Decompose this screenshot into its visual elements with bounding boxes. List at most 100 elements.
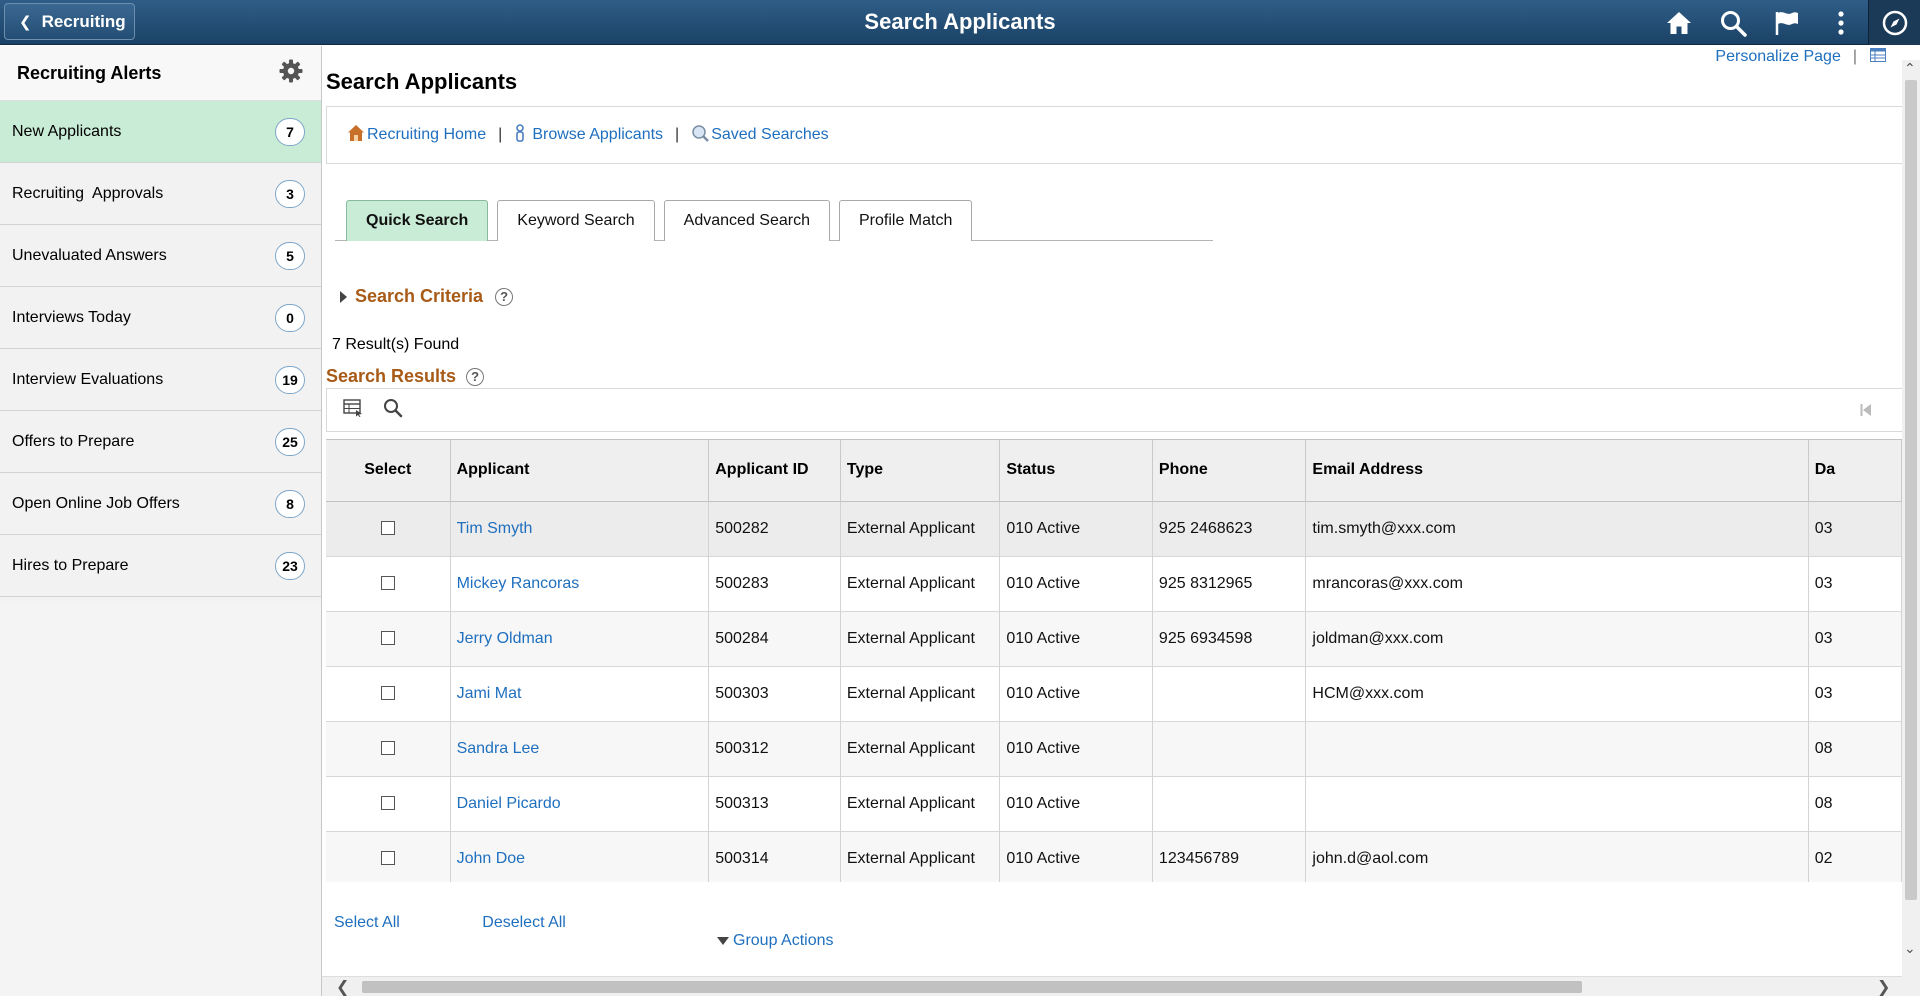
scroll-right-arrow-icon[interactable]: ❯ (1877, 977, 1890, 996)
saved-searches-link[interactable]: Saved Searches (691, 124, 829, 147)
alert-item-unevaluated-answers[interactable]: Unevaluated Answers 5 (0, 225, 321, 287)
personalize-page-link[interactable]: Personalize Page (1715, 48, 1840, 66)
type-cell: External Applicant (840, 611, 1001, 667)
date-cell: 03 (1808, 666, 1902, 722)
alert-item-label: Hires to Prepare (12, 556, 129, 574)
applicant-name-link[interactable]: Jerry Oldman (457, 630, 553, 647)
page-header-title: Search Applicants (864, 9, 1056, 34)
search-criteria-toggle[interactable]: Search Criteria ? (340, 286, 514, 307)
horizontal-scroll-thumb[interactable] (362, 981, 1582, 993)
group-actions-menu[interactable]: Group Actions (717, 932, 834, 950)
kebab-menu-icon[interactable] (1814, 0, 1868, 45)
status-cell: 010 Active (999, 831, 1153, 882)
applicant-name-link[interactable]: John Doe (457, 850, 526, 867)
horizontal-scrollbar[interactable]: ❮ ❯ (322, 976, 1902, 996)
applicant-cell: Jerry Oldman (450, 611, 710, 667)
search-icon[interactable] (1706, 0, 1760, 45)
alert-item-offers-to-prepare[interactable]: Offers to Prepare 25 (0, 411, 321, 473)
row-checkbox[interactable] (380, 796, 395, 811)
scroll-left-arrow-icon[interactable]: ❮ (336, 977, 349, 996)
personalize-grid-icon[interactable] (1870, 48, 1886, 67)
applicant-cell: Sandra Lee (450, 721, 710, 777)
alert-item-new-applicants[interactable]: New Applicants 7 (0, 101, 321, 163)
home-icon[interactable] (1652, 0, 1706, 45)
scroll-up-arrow-icon[interactable]: ⌃ (1904, 60, 1916, 77)
back-button[interactable]: ❮ Recruiting (4, 3, 135, 40)
main-content: Personalize Page | Search Applicants Rec… (322, 46, 1902, 996)
back-button-label: Recruiting (41, 11, 126, 31)
column-header-applicant-id[interactable]: Applicant ID (708, 440, 841, 502)
type-cell: External Applicant (840, 721, 1001, 777)
type-cell: External Applicant (840, 666, 1001, 722)
table-row: Mickey Rancoras 500283 External Applican… (326, 556, 1902, 612)
row-checkbox[interactable] (380, 851, 395, 866)
results-count: 7 Result(s) Found (332, 336, 460, 353)
select-all-link[interactable]: Select All (334, 914, 400, 931)
browse-applicants-link[interactable]: Browse Applicants (514, 123, 664, 147)
alert-item-recruiting-approvals[interactable]: Recruiting Approvals 3 (0, 163, 321, 225)
email-cell: tim.smyth@xxx.com (1305, 501, 1809, 557)
applicants-grid: Select Applicant Applicant ID Type Statu… (326, 439, 1902, 882)
recruiting-home-link[interactable]: Recruiting Home (347, 124, 486, 147)
applicant-name-link[interactable]: Jami Mat (457, 685, 522, 702)
tab-advanced-search[interactable]: Advanced Search (663, 200, 830, 241)
column-header-type[interactable]: Type (840, 440, 1001, 502)
help-icon[interactable]: ? (466, 367, 485, 386)
phone-cell: 925 8312965 (1152, 556, 1307, 612)
recruiting-home-label: Recruiting Home (367, 126, 487, 143)
alert-item-interviews-today[interactable]: Interviews Today 0 (0, 287, 321, 349)
tab-quick-search[interactable]: Quick Search (346, 200, 489, 241)
tab-profile-match[interactable]: Profile Match (838, 200, 973, 241)
flag-icon[interactable] (1760, 0, 1814, 45)
alert-count-badge: 5 (275, 241, 305, 270)
date-cell: 03 (1808, 611, 1902, 667)
table-row: Jerry Oldman 500284 External Applicant 0… (326, 611, 1902, 667)
saved-searches-label: Saved Searches (711, 126, 829, 143)
column-header-applicant[interactable]: Applicant (450, 440, 710, 502)
row-checkbox[interactable] (380, 576, 395, 591)
email-cell: HCM@xxx.com (1305, 666, 1809, 722)
applicant-id-cell: 500312 (708, 721, 841, 777)
phone-cell (1152, 776, 1307, 832)
column-header-email[interactable]: Email Address (1305, 440, 1809, 502)
row-checkbox[interactable] (380, 686, 395, 701)
tab-keyword-search[interactable]: Keyword Search (497, 200, 655, 241)
help-icon[interactable]: ? (495, 287, 514, 306)
column-header-status[interactable]: Status (999, 440, 1153, 502)
scroll-down-arrow-icon[interactable]: ⌄ (1904, 940, 1916, 957)
row-checkbox[interactable] (380, 521, 395, 536)
row-checkbox[interactable] (380, 631, 395, 646)
column-header-phone[interactable]: Phone (1152, 440, 1307, 502)
alert-item-interview-evaluations[interactable]: Interview Evaluations 19 (0, 349, 321, 411)
related-links-bar: Recruiting Home | Browse Applicants | Sa… (326, 106, 1902, 164)
navbar-compass-icon[interactable] (1868, 0, 1920, 45)
type-cell: External Applicant (840, 831, 1001, 882)
top-banner: ❮ Recruiting Search Applicants (0, 0, 1920, 45)
group-actions-label: Group Actions (733, 932, 834, 949)
gear-icon[interactable] (279, 59, 303, 88)
deselect-all-link[interactable]: Deselect All (482, 914, 566, 931)
alert-item-open-online-job-offers[interactable]: Open Online Job Offers 8 (0, 473, 321, 535)
grid-toolbar (326, 388, 1902, 432)
table-row: Daniel Picardo 500313 External Applicant… (326, 776, 1902, 832)
grid-personalize-icon[interactable] (343, 398, 363, 422)
first-page-icon[interactable] (1860, 403, 1872, 422)
alerts-panel-empty-area (0, 603, 321, 996)
browse-applicants-label: Browse Applicants (532, 126, 664, 143)
status-cell: 010 Active (999, 666, 1153, 722)
applicant-name-link[interactable]: Daniel Picardo (457, 795, 561, 812)
column-header-date[interactable]: Da (1808, 440, 1902, 502)
vertical-scrollbar[interactable]: ⌃ ⌄ (1902, 60, 1920, 996)
alert-item-hires-to-prepare[interactable]: Hires to Prepare 23 (0, 535, 321, 597)
grid-search-icon[interactable] (383, 398, 403, 423)
applicant-name-link[interactable]: Mickey Rancoras (457, 575, 580, 592)
row-checkbox[interactable] (380, 741, 395, 756)
dropdown-triangle-icon (717, 937, 729, 945)
personalize-separator: | (1852, 48, 1857, 65)
applicant-name-link[interactable]: Tim Smyth (457, 520, 533, 537)
applicant-id-cell: 500282 (708, 501, 841, 557)
vertical-scroll-thumb[interactable] (1905, 80, 1917, 900)
alert-item-label: Open Online Job Offers (12, 494, 180, 512)
applicant-name-link[interactable]: Sandra Lee (457, 740, 540, 757)
status-cell: 010 Active (999, 776, 1153, 832)
